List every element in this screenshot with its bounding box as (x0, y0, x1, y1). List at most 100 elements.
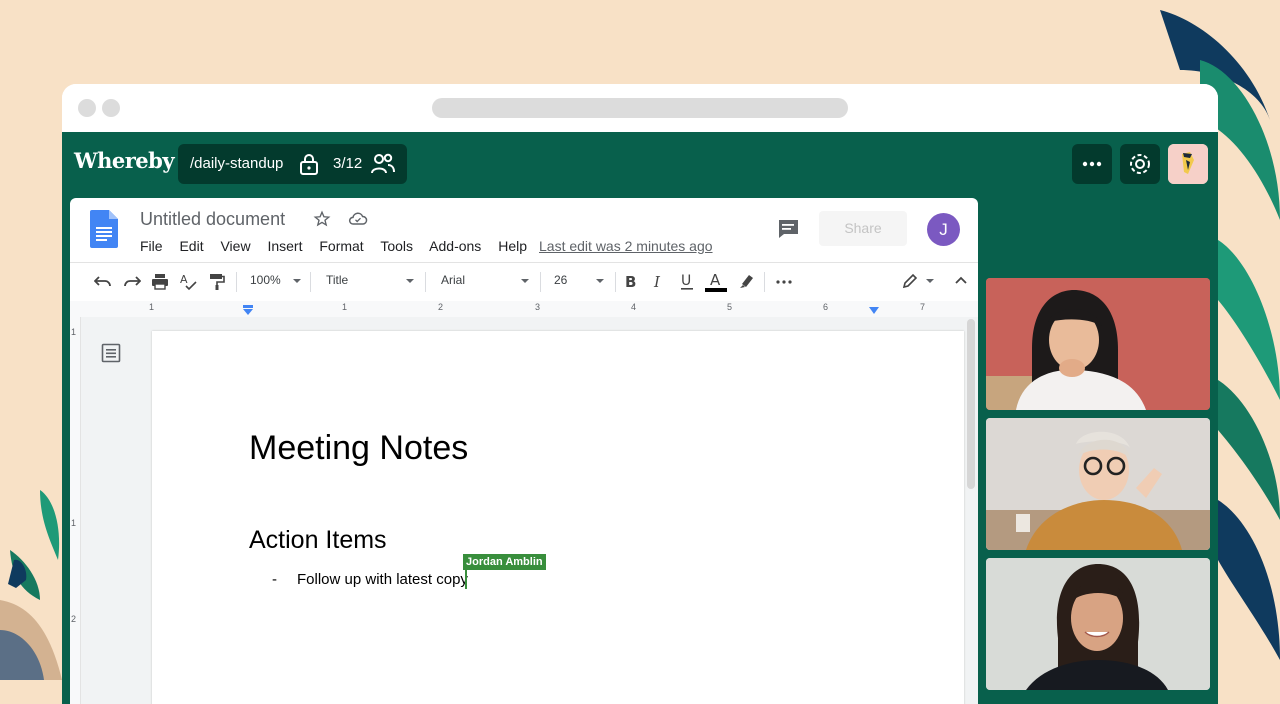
menu-file[interactable]: File (140, 238, 163, 254)
window-control-dot[interactable] (78, 99, 96, 117)
menu-view[interactable]: View (220, 238, 250, 254)
chevron-down-icon (926, 279, 934, 283)
chevron-down-icon (406, 279, 414, 283)
ruler-number: 1 (149, 302, 155, 312)
background-leaves-left (0, 490, 62, 680)
people-icon (370, 152, 396, 180)
bullet-marker: - (272, 571, 277, 588)
room-name: /daily-standup (190, 155, 284, 172)
svg-text:B: B (625, 273, 636, 291)
ruler-number: 1 (71, 327, 77, 337)
participant-video (986, 278, 1210, 410)
self-avatar-button[interactable] (1168, 144, 1208, 184)
chevron-down-icon (521, 279, 529, 283)
menu-tools[interactable]: Tools (380, 238, 413, 254)
paint-format-icon[interactable] (209, 273, 225, 290)
text-color-icon[interactable]: A (704, 271, 728, 293)
collapse-toolbar-icon[interactable] (954, 275, 968, 285)
address-bar[interactable] (432, 98, 848, 118)
settings-button[interactable] (1120, 144, 1160, 184)
doc-heading: Meeting Notes (249, 429, 469, 467)
italic-icon[interactable]: I (652, 273, 666, 291)
doc-subheading: Action Items (249, 526, 387, 554)
bullet-item-text: Follow up with latest copy (297, 571, 468, 588)
indent-marker-icon[interactable] (242, 305, 254, 315)
bold-icon[interactable]: B (624, 273, 638, 291)
collaborator-cursor (465, 569, 467, 589)
ruler-number: 1 (342, 302, 348, 312)
last-edit-link[interactable]: Last edit was 2 minutes ago (539, 238, 713, 254)
menu-format[interactable]: Format (319, 238, 363, 254)
doc-toolbar: A 100% Title Arial 26 B I U A (70, 262, 978, 302)
ruler-number: 6 (823, 302, 829, 312)
toolbar-separator (310, 272, 311, 292)
spellcheck-icon[interactable]: A (180, 272, 198, 291)
menu-insert[interactable]: Insert (267, 238, 302, 254)
paragraph-style-select[interactable]: Title (326, 273, 348, 287)
doc-header: Untitled document File Edit View Insert … (70, 198, 978, 262)
doc-scrollbar[interactable] (967, 319, 975, 489)
docs-logo-icon (90, 210, 118, 248)
ruler-number: 2 (438, 302, 444, 312)
toolbar-separator (764, 272, 765, 292)
participant-video-tile[interactable] (986, 418, 1210, 550)
collaborator-cursor-label: Jordan Amblin (463, 554, 546, 570)
chevron-down-icon (293, 279, 301, 283)
brand-logo: Whereby (74, 148, 175, 173)
zoom-select[interactable]: 100% (250, 273, 281, 287)
menu-edit[interactable]: Edit (179, 238, 203, 254)
shared-document: Untitled document File Edit View Insert … (70, 198, 978, 704)
ruler-number: 5 (727, 302, 733, 312)
window-control-dot[interactable] (102, 99, 120, 117)
room-info-pill[interactable]: /daily-standup 3/12 (178, 144, 407, 184)
font-size-select[interactable]: 26 (554, 273, 567, 287)
font-family-select[interactable]: Arial (441, 273, 465, 287)
underline-icon[interactable]: U (680, 272, 694, 291)
participant-video (986, 418, 1210, 550)
comment-icon[interactable] (776, 218, 800, 240)
menu-addons[interactable]: Add-ons (429, 238, 481, 254)
user-avatar[interactable]: J (927, 213, 960, 246)
svg-text:A: A (710, 271, 721, 289)
toolbar-separator (615, 272, 616, 292)
more-options-button[interactable] (1072, 144, 1112, 184)
ruler-number: 7 (920, 302, 926, 312)
vertical-ruler: 1 1 2 (70, 317, 81, 704)
ruler-number: 2 (71, 614, 77, 624)
more-icon[interactable] (776, 279, 792, 285)
pencil-icon[interactable] (902, 273, 918, 289)
doc-canvas: Meeting Notes Action Items - Follow up w… (81, 317, 978, 704)
highlight-icon[interactable] (739, 273, 755, 289)
avatar-illustration-icon (1168, 144, 1208, 184)
participant-video-tile[interactable] (986, 278, 1210, 410)
print-icon[interactable] (151, 273, 169, 290)
lock-icon (298, 152, 320, 180)
chevron-down-icon (596, 279, 604, 283)
toolbar-separator (540, 272, 541, 292)
doc-menubar: File Edit View Insert Format Tools Add-o… (140, 238, 540, 254)
share-button[interactable]: Share (819, 211, 907, 246)
right-margin-marker-icon[interactable] (868, 306, 880, 315)
undo-icon[interactable] (94, 273, 112, 289)
gear-icon (1130, 154, 1150, 174)
browser-chrome (62, 84, 1218, 132)
ruler-number: 3 (535, 302, 541, 312)
participant-video-tile[interactable] (986, 558, 1210, 690)
star-icon[interactable] (313, 210, 331, 228)
doc-page[interactable]: Meeting Notes Action Items - Follow up w… (152, 331, 964, 704)
menu-help[interactable]: Help (498, 238, 527, 254)
toolbar-separator (236, 272, 237, 292)
horizontal-ruler: 1 1 2 3 4 5 6 7 (70, 301, 978, 318)
doc-title[interactable]: Untitled document (140, 209, 285, 230)
svg-text:I: I (653, 273, 661, 291)
redo-icon[interactable] (123, 273, 141, 289)
svg-text:A: A (180, 273, 188, 286)
outline-icon[interactable] (101, 343, 121, 363)
more-icon (1082, 161, 1102, 167)
participant-count: 3/12 (333, 155, 363, 172)
svg-text:U: U (681, 273, 691, 289)
browser-window: Whereby /daily-standup 3/12 Untitled doc… (62, 84, 1218, 704)
video-room: Whereby /daily-standup 3/12 Untitled doc… (62, 132, 1218, 704)
cloud-icon[interactable] (348, 210, 368, 228)
ruler-number: 1 (71, 518, 77, 528)
